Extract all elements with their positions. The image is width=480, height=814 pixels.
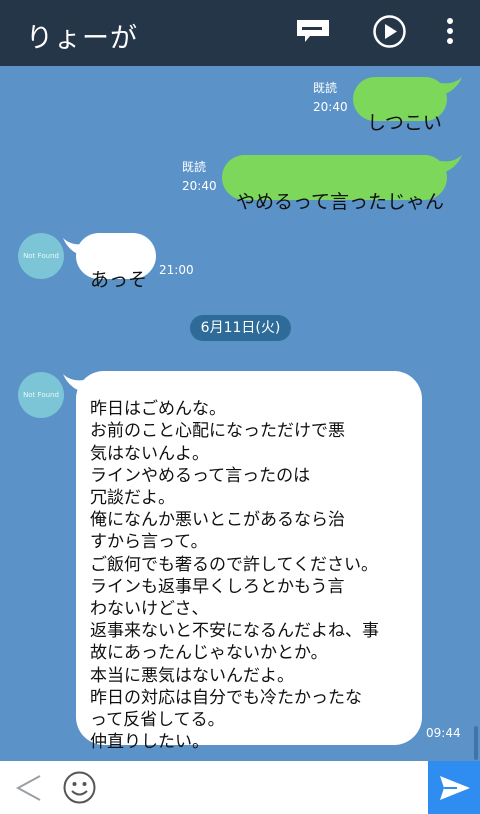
read-receipt: 既読 <box>313 81 338 95</box>
back-chevron-icon[interactable] <box>14 773 42 803</box>
received-message-bubble[interactable]: 昨日はごめんな。 お前のこと心配になっただけで悪 気はないんよ。 ラインやめるっ… <box>76 371 422 752</box>
message-meta: 既読 20:40 <box>313 79 348 117</box>
sent-message-bubble[interactable]: やめるって言ったじゃん <box>222 155 447 213</box>
message-time: 20:40 <box>182 179 217 193</box>
read-receipt: 既読 <box>182 160 207 174</box>
sent-message-bubble[interactable]: しつこい <box>353 77 447 134</box>
message-text: あっそ <box>90 269 148 291</box>
scrollbar[interactable] <box>474 726 478 760</box>
message-meta: 既読 20:40 <box>182 158 217 196</box>
bubble-tail <box>440 155 462 173</box>
avatar-label: Not Found <box>23 391 59 399</box>
avatar-label: Not Found <box>23 252 59 260</box>
more-vert-icon[interactable] <box>444 17 456 47</box>
date-separator: 6月11日(火) <box>190 315 291 341</box>
avatar[interactable]: Not Found <box>18 372 64 418</box>
note-icon[interactable] <box>296 18 330 44</box>
send-icon <box>440 776 470 800</box>
play-icon[interactable] <box>372 14 407 49</box>
bubble-tail <box>440 77 462 95</box>
message-list[interactable]: 既読 20:40 しつこい 既読 20:40 やめるって言ったじゃん Not F… <box>0 66 480 761</box>
chat-header: りょーが <box>0 0 480 66</box>
received-message-bubble[interactable]: あっそ <box>76 233 156 291</box>
message-text: しつこい <box>367 112 442 134</box>
chat-title: りょーが <box>26 23 138 54</box>
message-time: 21:00 <box>159 263 194 277</box>
message-time: 09:44 <box>426 726 461 740</box>
smiley-icon[interactable] <box>62 770 97 805</box>
avatar[interactable]: Not Found <box>18 233 64 279</box>
input-bar <box>0 761 480 814</box>
message-text: 昨日はごめんな。 お前のこと心配になっただけで悪 気はないんよ。 ラインやめるっ… <box>90 399 379 753</box>
message-time: 20:40 <box>313 100 348 114</box>
message-text: やめるって言ったじゃん <box>236 191 445 213</box>
send-button[interactable] <box>428 761 480 814</box>
